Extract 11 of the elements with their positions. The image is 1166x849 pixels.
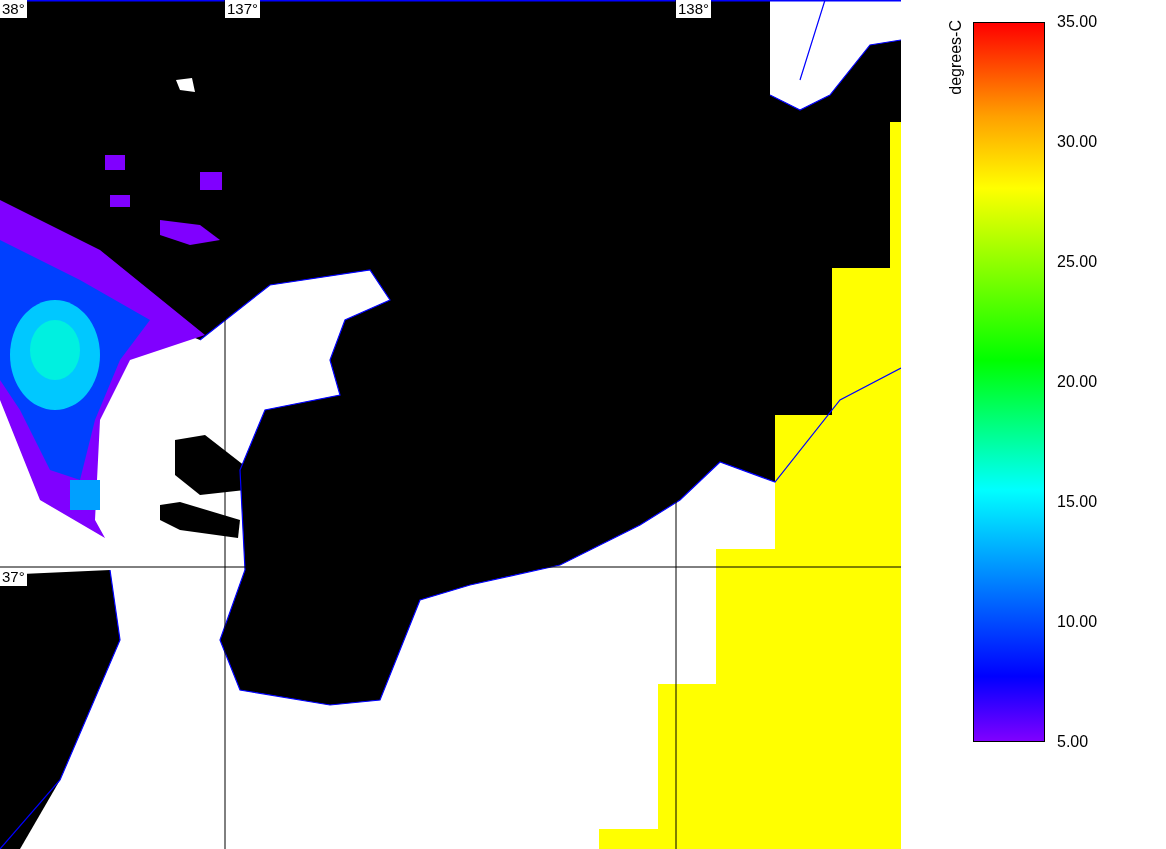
tick-label: 5.00 xyxy=(1057,732,1090,752)
tick-label: 15.00 xyxy=(1057,492,1098,512)
longitude-label: 38° xyxy=(0,0,27,18)
tick-label: 35.00 xyxy=(1057,12,1098,32)
longitude-label: 137° xyxy=(225,0,261,18)
tick-label: 30.00 xyxy=(1057,132,1098,152)
tick-label: 10.00 xyxy=(1057,612,1098,632)
tick-label: 25.00 xyxy=(1057,252,1098,272)
tick-label: 20.00 xyxy=(1057,372,1098,392)
longitude-label: 138° xyxy=(676,0,712,18)
unit-label: degrees-C xyxy=(947,20,965,95)
